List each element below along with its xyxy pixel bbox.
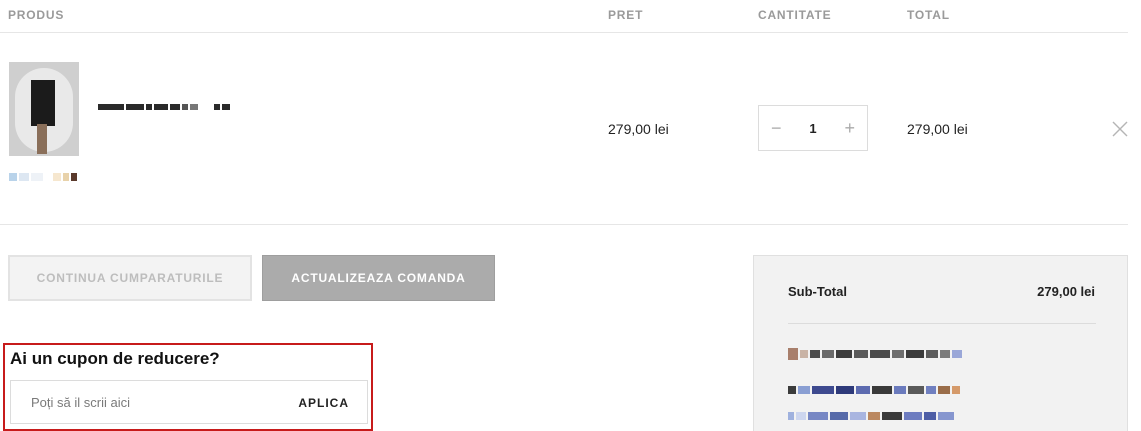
quantity-stepper: − 1 + [758,105,868,151]
coupon-section: Ai un cupon de reducere? APLICA [3,343,373,431]
product-name-redacted[interactable] [98,103,258,111]
coupon-title: Ai un cupon de reducere? [10,349,220,368]
subtotal-value: 279,00 lei [1037,284,1095,299]
subtotal-label: Sub-Total [788,284,847,299]
header-quantity: CANTITATE [758,8,832,22]
product-thumbnail[interactable] [9,62,79,156]
coupon-input[interactable] [11,381,281,423]
item-total: 279,00 lei [907,121,968,137]
item-price: 279,00 lei [608,121,669,137]
summary-divider [788,323,1096,324]
summary-text-redacted [788,348,962,360]
apply-coupon-button[interactable]: APLICA [298,396,349,410]
update-order-button[interactable]: ACTUALIZEAZA COMANDA [262,255,495,301]
cart-table-header: PRODUS PRET CANTITATE TOTAL [0,0,1128,33]
minus-icon[interactable]: − [771,119,782,137]
product-variant-redacted [9,172,89,182]
summary-text-redacted-2 [788,384,960,396]
cart-item-row: 279,00 lei − 1 + 279,00 lei [0,33,1128,225]
header-product: PRODUS [8,8,65,22]
close-icon[interactable] [1110,119,1130,139]
header-total: TOTAL [907,8,950,22]
plus-icon[interactable]: + [844,119,855,137]
quantity-value[interactable]: 1 [809,121,816,136]
coupon-field: APLICA [10,380,368,424]
continue-shopping-button[interactable]: CONTINUA CUMPARATURILE [8,255,252,301]
header-price: PRET [608,8,644,22]
summary-text-redacted-3 [788,410,954,422]
order-summary: Sub-Total 279,00 lei [753,255,1128,431]
